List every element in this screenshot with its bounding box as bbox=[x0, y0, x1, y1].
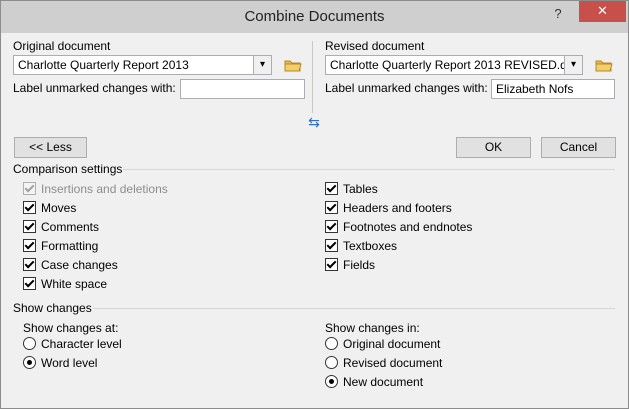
radio-button[interactable] bbox=[23, 356, 36, 369]
cancel-button[interactable]: Cancel bbox=[541, 137, 616, 158]
ok-button[interactable]: OK bbox=[456, 137, 531, 158]
checkbox-box[interactable] bbox=[23, 258, 36, 271]
radio-button[interactable] bbox=[325, 356, 338, 369]
radio-label: Original document bbox=[343, 337, 441, 351]
checkbox-label: Moves bbox=[41, 201, 77, 215]
checkbox-box[interactable] bbox=[325, 239, 338, 252]
original-unmarked-label: Label unmarked changes with: bbox=[13, 81, 176, 95]
comparison-settings-title: Comparison settings bbox=[13, 162, 123, 176]
chevron-down-icon[interactable]: ▾ bbox=[564, 56, 582, 74]
combine-documents-dialog: Combine Documents ? ✕ Original document … bbox=[0, 0, 629, 409]
dialog-title: Combine Documents bbox=[244, 8, 385, 25]
checkbox-box[interactable] bbox=[23, 220, 36, 233]
checkbox-box[interactable] bbox=[325, 182, 338, 195]
checkbox-formatting[interactable]: Formatting bbox=[23, 238, 98, 254]
swap-documents-icon[interactable]: ⇆ bbox=[306, 115, 322, 129]
original-document-value: Charlotte Quarterly Report 2013 bbox=[18, 58, 189, 72]
checkbox-label: Footnotes and endnotes bbox=[343, 220, 473, 234]
checkbox-label: Comments bbox=[41, 220, 100, 234]
original-document-combo[interactable]: Charlotte Quarterly Report 2013 ▾ bbox=[13, 55, 272, 75]
checkbox-box[interactable] bbox=[325, 201, 338, 214]
section-divider bbox=[93, 308, 615, 309]
radio-button[interactable] bbox=[325, 375, 338, 388]
checkbox-case-changes[interactable]: Case changes bbox=[23, 257, 118, 273]
column-divider bbox=[312, 41, 313, 113]
radio-original-document[interactable]: Original document bbox=[325, 336, 440, 352]
dialog-client-area: Original document Charlotte Quarterly Re… bbox=[9, 33, 620, 401]
radio-button[interactable] bbox=[325, 337, 338, 350]
radio-label: Character level bbox=[41, 337, 122, 351]
checkbox-fields[interactable]: Fields bbox=[325, 257, 375, 273]
original-document-label: Original document bbox=[13, 39, 111, 53]
checkbox-box[interactable] bbox=[23, 239, 36, 252]
show-changes-in-label: Show changes in: bbox=[325, 321, 420, 335]
checkbox-label: White space bbox=[41, 277, 108, 291]
checkbox-white-space[interactable]: White space bbox=[23, 276, 107, 292]
radio-label: Word level bbox=[41, 356, 98, 370]
chevron-down-icon[interactable]: ▾ bbox=[253, 56, 271, 74]
radio-revised-document[interactable]: Revised document bbox=[325, 355, 442, 371]
show-changes-at-label: Show changes at: bbox=[23, 321, 119, 335]
checkbox-textboxes[interactable]: Textboxes bbox=[325, 238, 397, 254]
radio-label: Revised document bbox=[343, 356, 443, 370]
revised-document-label: Revised document bbox=[325, 39, 425, 53]
checkbox-label: Insertions and deletions bbox=[41, 182, 168, 196]
checkbox-box bbox=[23, 182, 36, 195]
checkbox-label: Headers and footers bbox=[343, 201, 452, 215]
checkbox-footnotes-and-endnotes[interactable]: Footnotes and endnotes bbox=[325, 219, 472, 235]
radio-button[interactable] bbox=[23, 337, 36, 350]
checkbox-label: Fields bbox=[343, 258, 376, 272]
checkbox-tables[interactable]: Tables bbox=[325, 181, 378, 197]
checkbox-comments[interactable]: Comments bbox=[23, 219, 99, 235]
checkbox-box[interactable] bbox=[23, 201, 36, 214]
revised-unmarked-input[interactable]: Elizabeth Nofs bbox=[491, 79, 615, 99]
folder-icon[interactable] bbox=[595, 58, 613, 72]
close-button[interactable]: ✕ bbox=[579, 1, 626, 22]
radio-word-level[interactable]: Word level bbox=[23, 355, 97, 371]
show-changes-title: Show changes bbox=[13, 301, 92, 315]
checkbox-label: Formatting bbox=[41, 239, 99, 253]
checkbox-box[interactable] bbox=[23, 277, 36, 290]
help-button[interactable]: ? bbox=[549, 5, 567, 23]
original-unmarked-input[interactable] bbox=[180, 79, 305, 99]
radio-character-level[interactable]: Character level bbox=[23, 336, 122, 352]
checkbox-label: Tables bbox=[343, 182, 378, 196]
checkbox-label: Textboxes bbox=[343, 239, 398, 253]
revised-document-value: Charlotte Quarterly Report 2013 REVISED.… bbox=[330, 58, 564, 72]
revised-unmarked-label: Label unmarked changes with: bbox=[325, 81, 488, 95]
radio-label: New document bbox=[343, 375, 424, 389]
section-divider bbox=[123, 169, 615, 170]
checkbox-moves[interactable]: Moves bbox=[23, 200, 76, 216]
radio-new-document[interactable]: New document bbox=[325, 374, 423, 390]
revised-document-combo[interactable]: Charlotte Quarterly Report 2013 REVISED.… bbox=[325, 55, 583, 75]
checkbox-label: Case changes bbox=[41, 258, 118, 272]
folder-icon[interactable] bbox=[284, 58, 302, 72]
checkbox-box[interactable] bbox=[325, 258, 338, 271]
checkbox-insertions-and-deletions: Insertions and deletions bbox=[23, 181, 168, 197]
less-button[interactable]: << Less bbox=[14, 137, 87, 158]
checkbox-headers-and-footers[interactable]: Headers and footers bbox=[325, 200, 452, 216]
checkbox-box[interactable] bbox=[325, 220, 338, 233]
title-bar: Combine Documents ? ✕ bbox=[1, 1, 628, 33]
